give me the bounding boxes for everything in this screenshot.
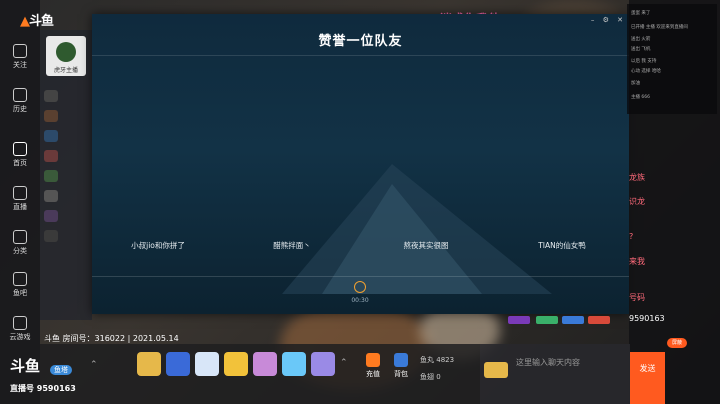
close-icon[interactable]: ✕ — [617, 16, 623, 24]
chat-message: 主播 666 — [631, 95, 651, 100]
chat-message: 送出 火箭 — [631, 37, 651, 42]
gift-item[interactable] — [253, 352, 277, 376]
backpack-icon — [394, 353, 408, 367]
sidebar-item-label: 云游戏 — [9, 333, 31, 341]
gift-item[interactable] — [224, 352, 248, 376]
clock-icon — [13, 88, 27, 102]
gift-item[interactable] — [311, 352, 335, 376]
gift-plane[interactable] — [195, 352, 219, 376]
chat-message: 加油 — [631, 81, 640, 86]
sidebar-item-home[interactable]: 首页 — [0, 142, 40, 168]
avatar-face — [56, 42, 76, 62]
player-option[interactable]: 小叔jio和你拼了 — [98, 240, 218, 251]
douyu-logo[interactable]: ▲斗鱼 — [20, 10, 54, 29]
chat-fragment: 龙族 — [629, 173, 645, 182]
chat-input[interactable]: 这里输入聊天内容 — [516, 357, 580, 368]
backpack-button[interactable]: 背包 — [390, 353, 412, 379]
sidebar-item-label: 历史 — [13, 105, 27, 113]
sidebar-item-label: 分类 — [13, 247, 27, 255]
fan-badge — [562, 316, 584, 324]
gift-item[interactable] — [282, 352, 306, 376]
chevron-up-icon[interactable]: ⌃ — [340, 358, 348, 368]
modal-divider — [92, 276, 629, 277]
gift-rocket[interactable] — [166, 352, 190, 376]
yuchi-label: 鱼翅 — [420, 373, 434, 381]
sidebar-item-category[interactable]: 分类 — [0, 230, 40, 256]
game-thumb[interactable] — [44, 150, 58, 162]
yuchi-value: 0 — [436, 373, 441, 381]
countdown-icon — [354, 281, 366, 293]
block-toggle[interactable]: 屏蔽 — [667, 338, 687, 348]
mountain-graphic-2 — [322, 184, 482, 294]
room-id-label: 直播号 — [10, 384, 34, 393]
fan-badge — [536, 316, 558, 324]
game-thumb[interactable] — [44, 130, 58, 142]
minimize-icon[interactable]: – — [591, 16, 595, 24]
game-thumb[interactable] — [44, 110, 58, 122]
yuwan-label: 鱼丸 — [420, 356, 434, 364]
chat-message: 以后 我 支持 — [631, 59, 657, 64]
chat-message: 心动 选择 哈哈 — [631, 69, 661, 74]
chat-message: 送出 飞机 — [631, 47, 651, 52]
home-icon — [13, 142, 27, 156]
game-thumb[interactable] — [44, 230, 58, 242]
fan-badge — [588, 316, 610, 324]
gift-item[interactable] — [137, 352, 161, 376]
backpack-label: 背包 — [394, 370, 408, 378]
chat-fragment: 9590163 — [629, 314, 665, 323]
game-thumb[interactable] — [44, 190, 58, 202]
chat-fragment: 来我 — [629, 257, 645, 266]
chat-message: 蛋蛋 来了 — [631, 11, 651, 16]
room-id: 直播号 9590163 — [10, 383, 76, 394]
sidebar-item-live[interactable]: 直播 — [0, 186, 40, 212]
praise-teammate-modal: 赞誉一位队友 – ⚙ ✕ 小叔jio和你拼了 醋熊拌面丶 熬夜其实很图 TIAN… — [92, 14, 629, 314]
avatar-label: 虎牙主播 — [53, 67, 78, 74]
sidebar-item-cloud-game[interactable]: 云游戏 — [0, 316, 40, 342]
sidebar-item-history[interactable]: 历史 — [0, 88, 40, 114]
player-option[interactable]: TIAN的仙女鸭 — [502, 240, 622, 251]
window-controls: – ⚙ ✕ — [585, 16, 623, 24]
streamer-avatar[interactable]: 虎牙主播 — [46, 36, 86, 76]
sidebar-item-label: 关注 — [13, 61, 27, 69]
chat-message: 已开播 主播 欢迎来到直播间 — [631, 25, 688, 30]
game-thumb[interactable] — [44, 170, 58, 182]
emoji-icon[interactable] — [484, 362, 508, 378]
grid-icon — [13, 230, 27, 244]
send-button[interactable]: 发送 — [630, 352, 665, 404]
recharge-label: 充值 — [366, 370, 380, 378]
player-option[interactable]: 醋熊拌面丶 — [232, 240, 352, 251]
gamepad-icon — [13, 316, 27, 330]
tv-icon — [13, 186, 27, 200]
chat-fragment: 识龙 — [629, 197, 645, 206]
scene-badge[interactable]: 鱼塔 — [50, 365, 72, 375]
douyu-footer-logo: 斗鱼 — [10, 357, 41, 375]
countdown-text: 00:30 — [351, 297, 369, 304]
fish-icon — [13, 272, 27, 286]
sidebar-item-label: 直播 — [13, 203, 27, 211]
recharge-icon — [366, 353, 380, 367]
yuwan-balance: 鱼丸 4823 — [420, 355, 454, 365]
room-id-value: 9590163 — [36, 384, 76, 393]
settings-icon[interactable]: ⚙ — [603, 16, 609, 24]
yuwan-value: 4823 — [436, 356, 455, 364]
room-info: 斗鱼 房间号：316022 | 2021.05.14 — [44, 334, 179, 343]
game-thumb[interactable] — [44, 210, 58, 222]
chevron-up-icon[interactable]: ⌃ — [90, 360, 98, 370]
game-thumb[interactable] — [44, 90, 58, 102]
player-option[interactable]: 熬夜其实很图 — [366, 240, 486, 251]
chat-fragment: ? — [629, 232, 634, 241]
sidebar-item-label: 鱼吧 — [13, 289, 27, 297]
sidebar-item-yuba[interactable]: 鱼吧 — [0, 272, 40, 298]
fan-badge — [508, 316, 530, 324]
chat-fragment: 号码 — [629, 293, 645, 302]
modal-title: 赞誉一位队友 — [318, 34, 403, 49]
recharge-button[interactable]: 充值 — [362, 353, 384, 379]
yuchi-balance: 鱼翅 0 — [420, 372, 441, 382]
heart-icon — [13, 44, 27, 58]
sidebar-item-label: 首页 — [13, 159, 27, 167]
sidebar-item-follow[interactable]: 关注 — [0, 44, 40, 70]
